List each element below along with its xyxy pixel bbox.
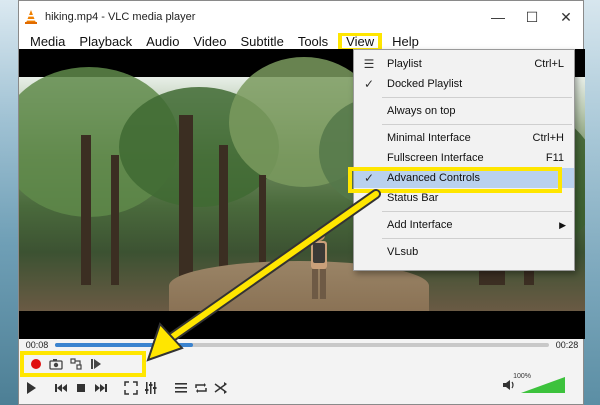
elapsed-time: 00:08 (25, 340, 49, 350)
seek-progress (55, 343, 194, 347)
loop-ab-button[interactable] (68, 356, 84, 372)
volume-label: 100% (513, 373, 531, 380)
menu-separator (382, 238, 572, 239)
record-icon (31, 359, 41, 369)
loop-button[interactable] (193, 380, 209, 396)
hiker-figure (311, 229, 327, 299)
window-title: hiking.mp4 - VLC media player (45, 11, 196, 23)
previous-button[interactable] (53, 380, 69, 396)
desktop-background-left (0, 0, 18, 405)
main-controls (23, 377, 229, 399)
menu-item-add-interface[interactable]: Add Interface ▶ (354, 215, 574, 235)
menu-item-always-on-top[interactable]: Always on top (354, 101, 574, 121)
playlist-icon (175, 383, 187, 393)
previous-icon (55, 384, 67, 392)
view-dropdown-menu: ☰ Playlist Ctrl+L ✓ Docked Playlist Alwa… (348, 49, 575, 271)
frame-step-icon (91, 359, 101, 369)
loop-ab-icon (70, 358, 82, 370)
check-icon: ✓ (363, 77, 375, 91)
playlist-button[interactable] (173, 380, 189, 396)
menu-item-docked-playlist[interactable]: ✓ Docked Playlist (354, 74, 574, 94)
menu-separator (382, 97, 572, 98)
stop-icon (77, 384, 85, 392)
menu-item-vlsub[interactable]: VLsub (354, 242, 574, 262)
next-icon (95, 384, 107, 392)
snapshot-button[interactable] (48, 356, 64, 372)
frame-by-frame-button[interactable] (88, 356, 104, 372)
volume-control: 100% (501, 373, 565, 393)
record-button[interactable] (28, 356, 44, 372)
next-button[interactable] (93, 380, 109, 396)
close-button[interactable]: ✕ (549, 1, 583, 33)
vlc-cone-icon (25, 10, 37, 24)
fullscreen-icon (124, 381, 138, 395)
advanced-controls-highlight-box (348, 167, 562, 193)
camera-icon (49, 359, 63, 370)
menu-item-minimal-interface[interactable]: Minimal Interface Ctrl+H (354, 128, 574, 148)
fullscreen-button[interactable] (123, 380, 139, 396)
shuffle-icon (214, 382, 227, 394)
submenu-arrow-icon: ▶ (559, 219, 566, 230)
play-icon (27, 382, 36, 394)
speaker-icon (503, 380, 514, 390)
menu-separator (382, 124, 572, 125)
advanced-controls-highlight (20, 351, 146, 377)
extended-settings-button[interactable] (143, 380, 159, 396)
playlist-icon: ☰ (363, 57, 375, 71)
menu-item-fullscreen-interface[interactable]: Fullscreen Interface F11 (354, 148, 574, 168)
play-button[interactable] (23, 380, 39, 396)
seek-bar[interactable] (55, 343, 549, 347)
title-bar: hiking.mp4 - VLC media player — ☐ ✕ (19, 1, 583, 33)
loop-icon (195, 383, 207, 393)
minimize-button[interactable]: — (481, 1, 515, 33)
desktop-background-right (584, 0, 600, 405)
menu-item-playlist[interactable]: ☰ Playlist Ctrl+L (354, 54, 574, 74)
vlc-window: hiking.mp4 - VLC media player — ☐ ✕ Medi… (18, 0, 585, 405)
equalizer-icon (145, 382, 157, 394)
stop-button[interactable] (73, 380, 89, 396)
shuffle-button[interactable] (213, 380, 229, 396)
total-time: 00:28 (555, 340, 579, 350)
seek-row: 00:08 00:28 (19, 339, 585, 351)
menu-separator (382, 211, 572, 212)
maximize-button[interactable]: ☐ (515, 1, 549, 33)
